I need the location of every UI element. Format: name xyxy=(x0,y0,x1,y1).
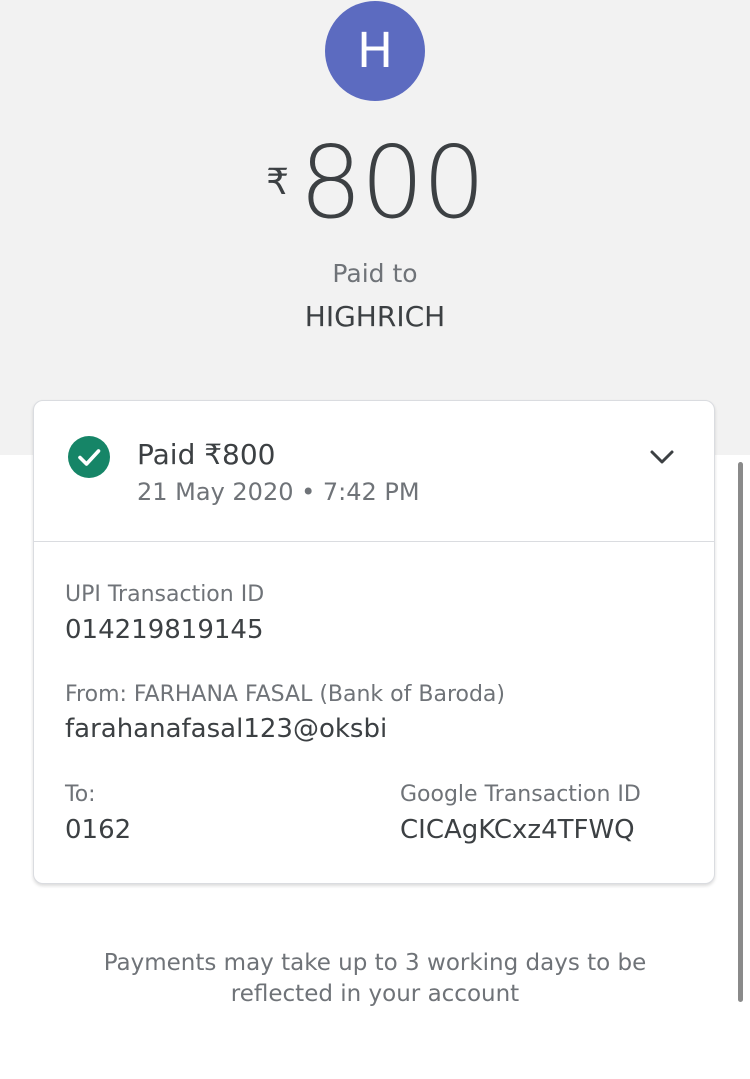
check-circle-icon xyxy=(68,436,110,478)
amount-display: ₹ 800 xyxy=(0,128,750,238)
settlement-note: Payments may take up to 3 working days t… xyxy=(103,950,647,1007)
payment-status: Paid ₹800 xyxy=(137,438,276,471)
from-vpa: farahanafasal123@oksbi xyxy=(65,714,388,744)
chevron-down-icon[interactable] xyxy=(646,441,678,473)
scrollbar[interactable] xyxy=(738,462,743,1002)
transaction-status-header[interactable]: Paid ₹800 21 May 2020 • 7:42 PM xyxy=(34,401,714,541)
from-account-label: From: FARHANA FASAL (Bank of Baroda) xyxy=(65,682,505,707)
paid-to-label: Paid to xyxy=(332,259,418,288)
card-divider xyxy=(34,541,714,542)
transaction-details-card: Paid ₹800 21 May 2020 • 7:42 PM UPI Tran… xyxy=(33,400,715,884)
avatar-initial: H xyxy=(356,23,394,79)
upi-transaction-id: 014219819145 xyxy=(65,615,264,645)
payment-date-time: 21 May 2020 • 7:42 PM xyxy=(137,478,420,506)
avatar: H xyxy=(325,1,425,101)
payee-name: HIGHRICH xyxy=(304,300,446,333)
upi-transaction-id-label: UPI Transaction ID xyxy=(65,582,265,607)
payment-summary-header: H ₹ 800 Paid to HIGHRICH xyxy=(0,0,750,455)
to-value: 0162 xyxy=(65,815,132,845)
google-transaction-id-label: Google Transaction ID xyxy=(400,782,641,807)
google-transaction-id: CICAgKCxz4TFWQ xyxy=(400,815,635,845)
to-label: To: xyxy=(65,782,96,807)
payment-amount: 800 xyxy=(299,124,486,241)
currency-symbol: ₹ xyxy=(266,162,290,203)
